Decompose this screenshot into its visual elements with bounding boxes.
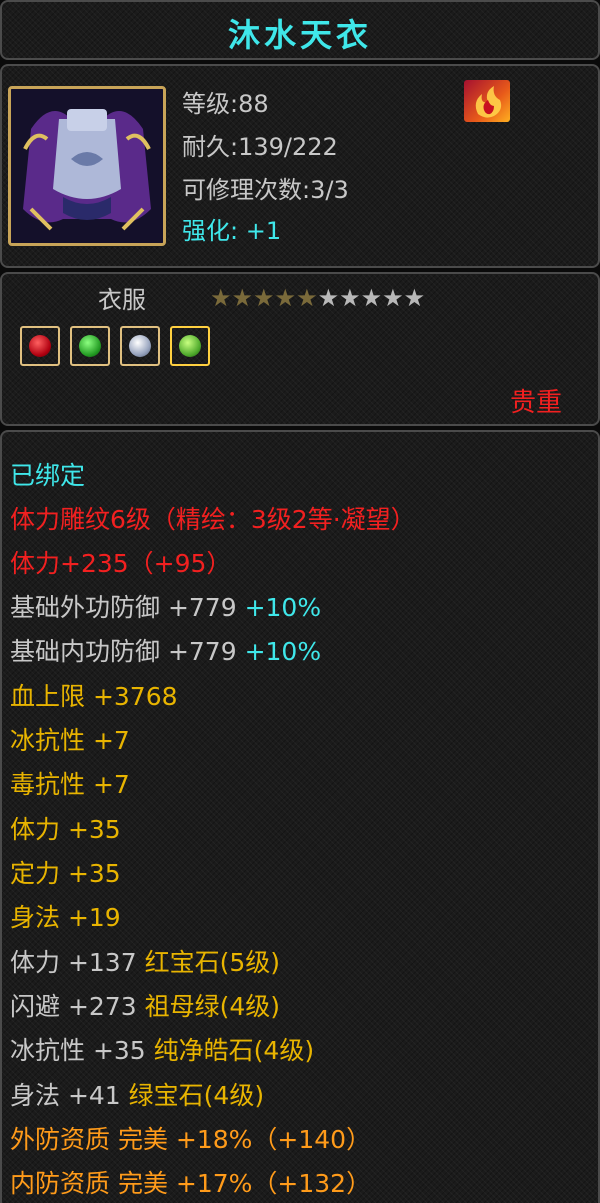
gem1-line: 体力 +137 红宝石(5级)	[10, 943, 280, 979]
ext-def-label: 基础外功防御 +779	[10, 593, 237, 622]
focus-line: 定力 +35	[10, 859, 121, 888]
gem4-line: 身法 +41 绿宝石(4级)	[10, 1076, 264, 1112]
int-def-label: 基础内功防御 +779	[10, 637, 237, 666]
ext-def-pct: +10%	[244, 593, 322, 622]
armor-portrait-icon	[8, 86, 166, 246]
item-type: 衣服	[98, 286, 146, 314]
engrave-line: 体力雕纹6级（精绘：3级2等·凝望）	[10, 505, 416, 534]
ext-quality-line: 外防资质 完美 +18%（+140）	[10, 1125, 372, 1154]
hp-line: 血上限 +3768	[10, 682, 178, 711]
flame-badge-icon	[464, 80, 510, 122]
int-def-line: 基础内功防御 +779 +10%	[10, 632, 321, 668]
ice-res-line: 冰抗性 +7	[10, 726, 130, 755]
star-icon: ★	[253, 284, 275, 312]
gem2-stat: 闪避 +273	[10, 992, 137, 1021]
gem4-name: 绿宝石(4级)	[128, 1081, 265, 1110]
gem3-line: 冰抗性 +35 纯净皓石(4级)	[10, 1031, 314, 1067]
star-icon: ★	[274, 284, 297, 312]
gem1-stat: 体力 +137	[10, 948, 137, 977]
agility-line: 身法 +19	[10, 903, 121, 932]
stamina-main-line: 体力+235（+95）	[10, 549, 232, 578]
star-icon: ★	[382, 284, 404, 312]
gem3-name: 纯净皓石(4级)	[153, 1036, 315, 1065]
star-icon: ★	[360, 284, 383, 312]
star-icon: ★	[317, 284, 340, 312]
title-panel: 沐水天衣	[0, 0, 600, 60]
item-level: 等级:88	[182, 90, 269, 118]
item-enhance: 强化: +1	[182, 211, 281, 246]
ext-def-line: 基础外功防御 +779 +10%	[10, 588, 321, 624]
star-icon: ★	[403, 284, 426, 312]
item-durability: 耐久:139/222	[182, 133, 338, 161]
white-gem-icon[interactable]	[120, 326, 160, 366]
star-icon: ★	[231, 284, 254, 312]
red-gem-icon[interactable]	[20, 326, 60, 366]
star-icon: ★	[296, 284, 318, 312]
gem2-line: 闪避 +273 祖母绿(4级)	[10, 987, 280, 1023]
stamina-line: 体力 +35	[10, 815, 121, 844]
gem1-name: 红宝石(5级)	[144, 948, 280, 977]
green-gem-icon[interactable]	[170, 326, 210, 366]
item-name: 沐水天衣	[227, 16, 372, 54]
gem2-name: 祖母绿(4级)	[144, 992, 280, 1021]
poison-res-line: 毒抗性 +7	[10, 770, 130, 799]
item-repair-count: 可修理次数:3/3	[182, 176, 349, 204]
int-def-pct: +10%	[244, 637, 322, 666]
int-quality-line: 内防资质 完美 +17%（+132）	[10, 1169, 372, 1198]
enhance-value: +1	[245, 217, 282, 245]
star-rating: ★★★★★★★★★★	[210, 284, 425, 312]
rarity-label: 贵重	[509, 388, 562, 418]
gem3-stat: 冰抗性 +35	[10, 1036, 146, 1065]
enhance-label: 强化:	[182, 217, 239, 245]
gem4-stat: 身法 +41	[10, 1081, 121, 1110]
bound-status: 已绑定	[10, 461, 86, 490]
star-icon: ★	[339, 284, 361, 312]
star-icon: ★	[210, 284, 232, 312]
green-gem-icon[interactable]	[70, 326, 110, 366]
